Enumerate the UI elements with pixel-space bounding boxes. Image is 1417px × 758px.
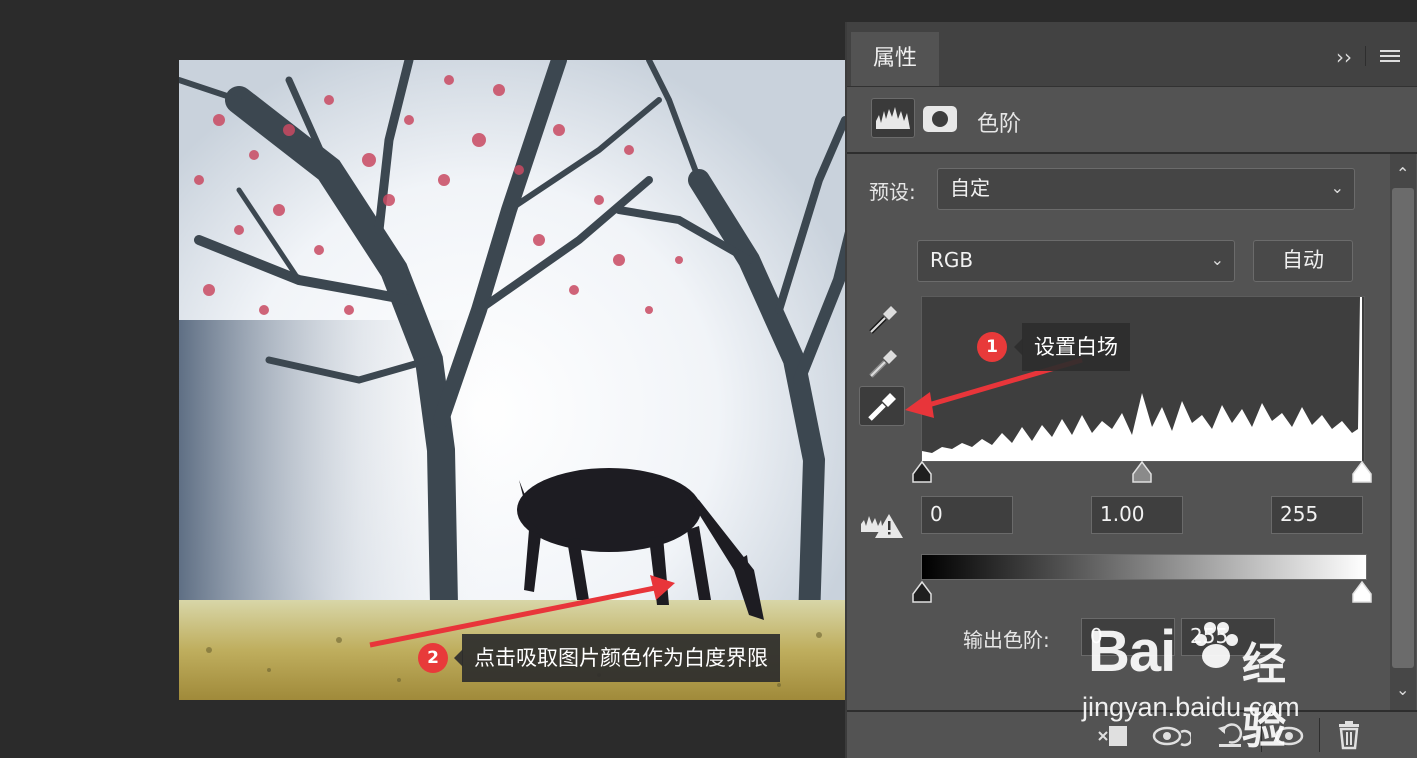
arrow-1-head [905,392,934,418]
paw-icon [1195,622,1238,668]
baidu-watermark: Bai 经验 [1088,614,1328,754]
callout-2-badge: 2 [418,643,448,673]
watermark-logo-text: Bai [1088,619,1176,684]
callout-1-badge: 1 [977,332,1007,362]
watermark-url: jingyan.baidu.com [1082,692,1300,722]
callout-1-text: 设置白场 [1022,323,1130,371]
callout-2-text: 点击吸取图片颜色作为白度界限 [462,634,780,682]
arrow-2-head [650,575,675,600]
